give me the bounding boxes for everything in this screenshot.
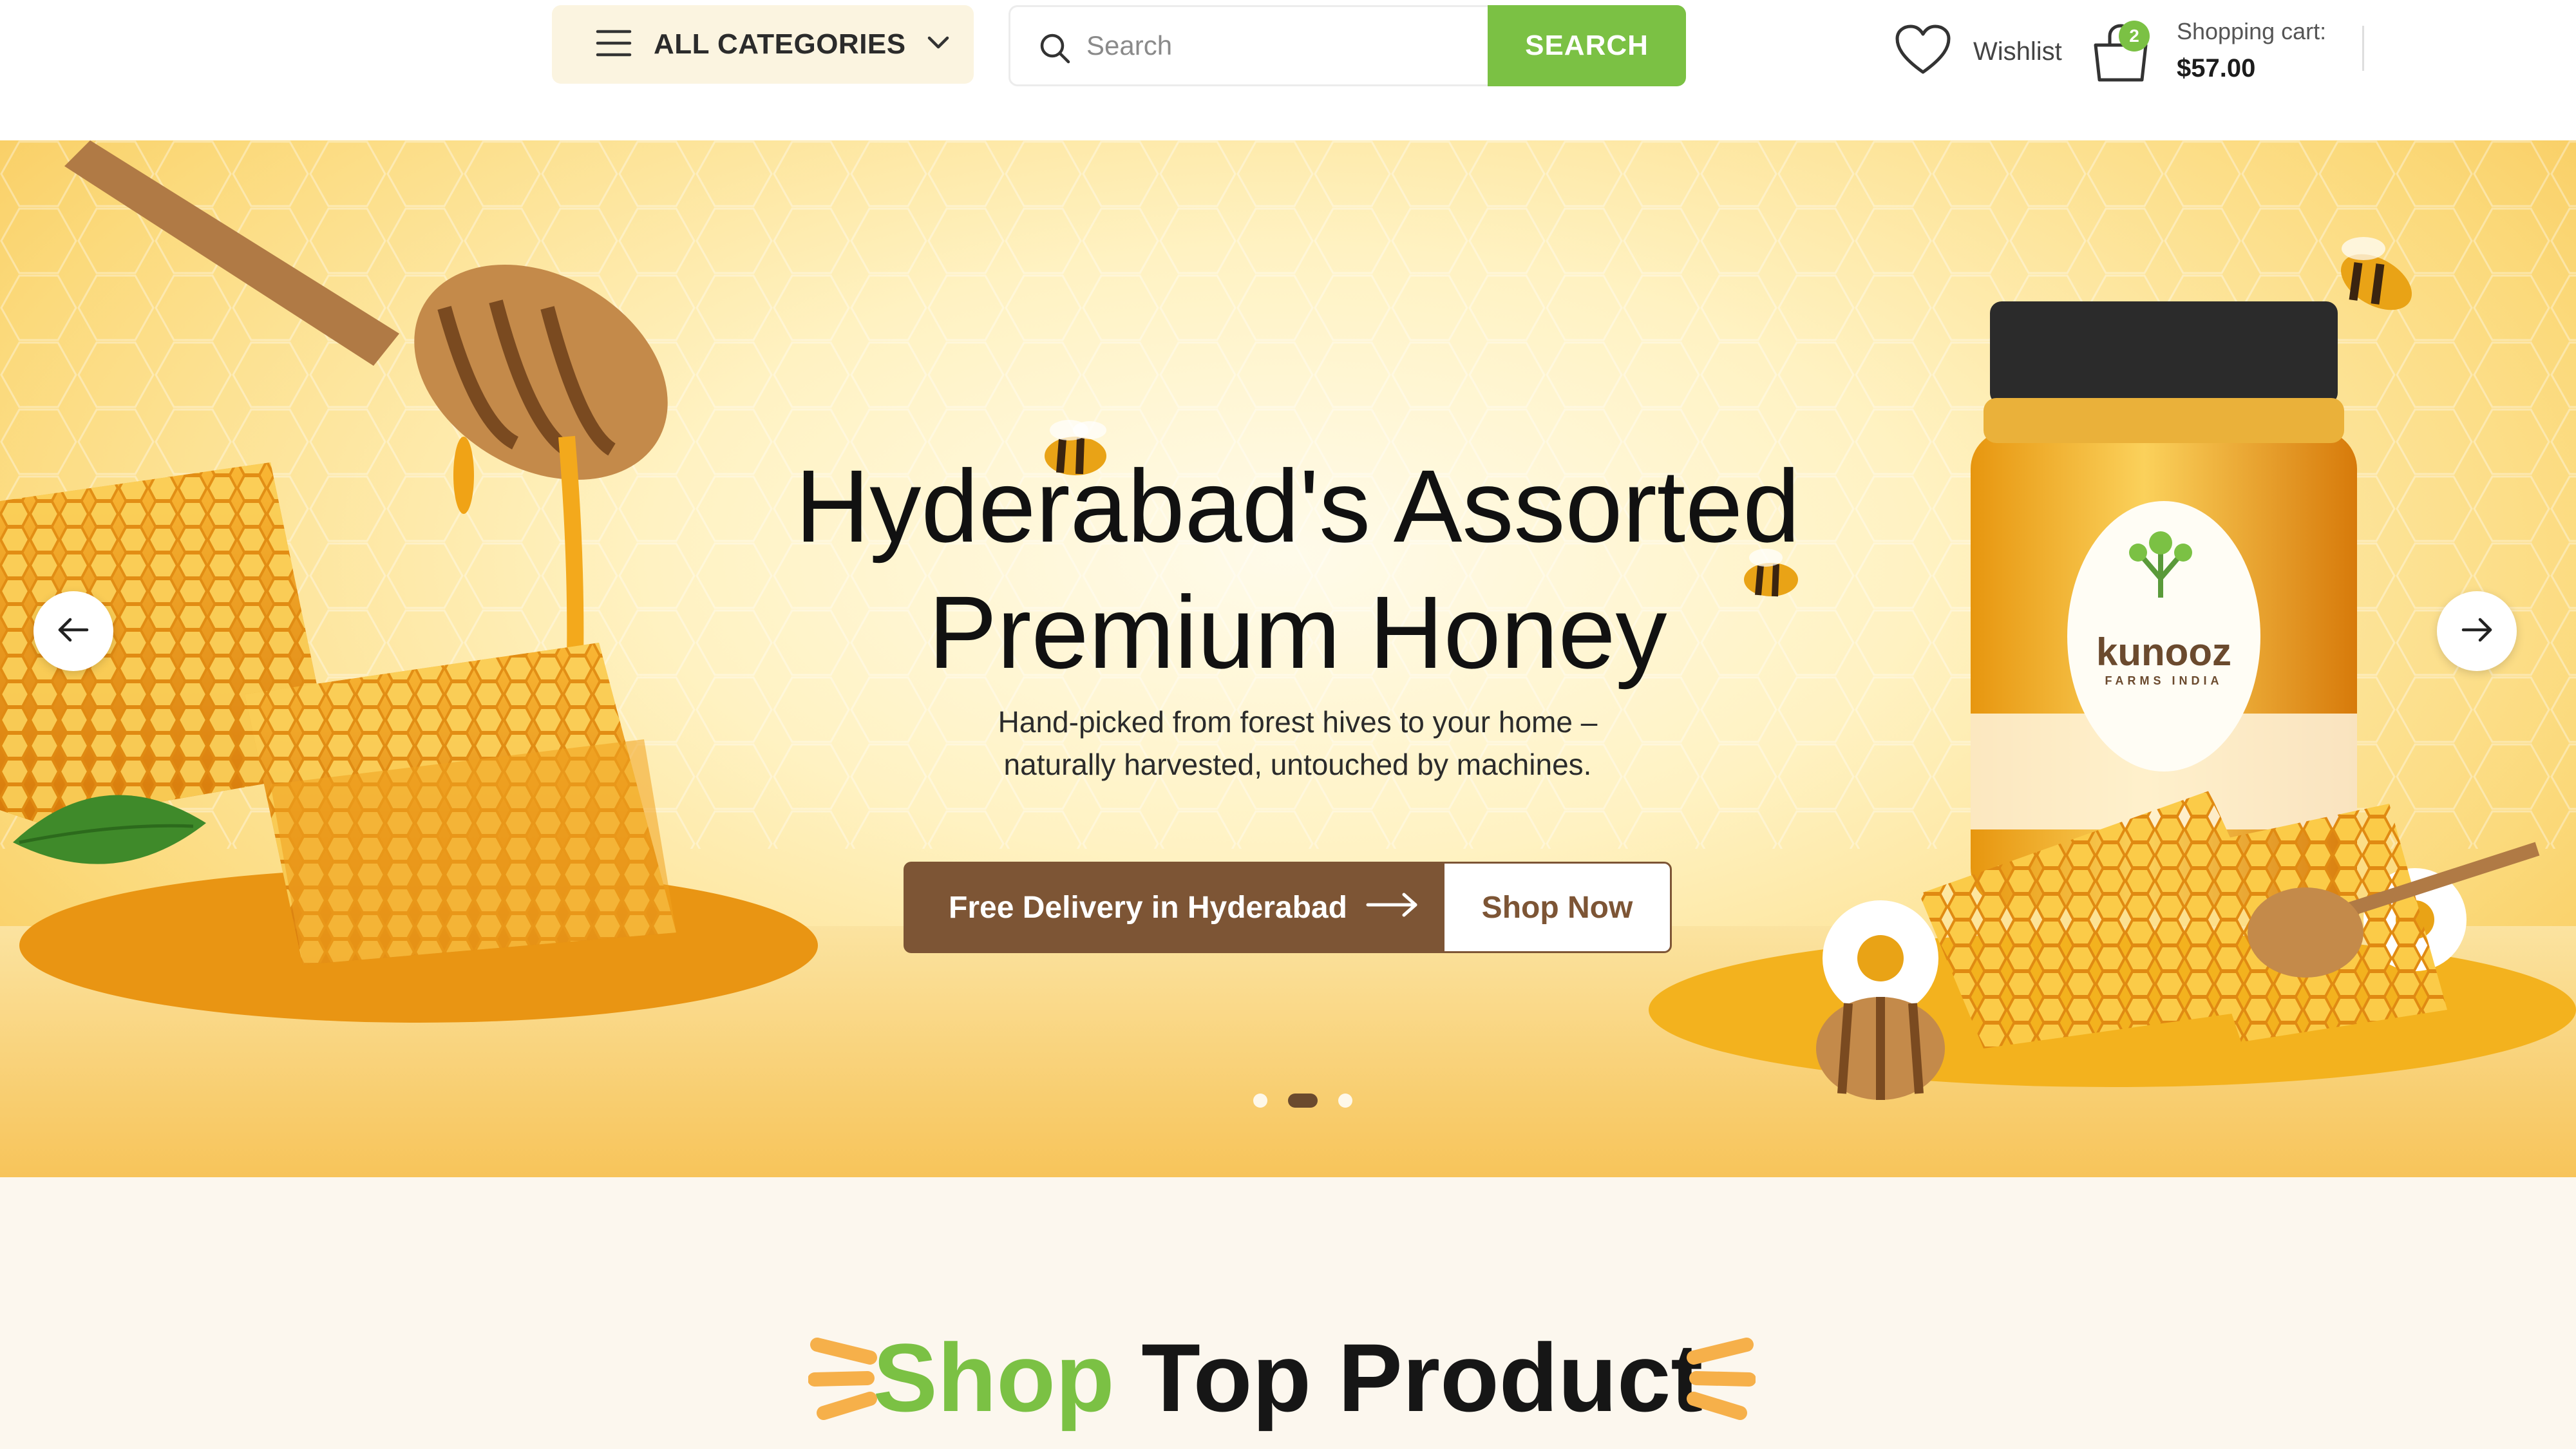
- cart-total: $57.00: [2177, 54, 2256, 82]
- slider-dot-3[interactable]: [1338, 1094, 1352, 1108]
- header-divider: [2362, 26, 2364, 71]
- hero-title-line1: Hyderabad's Assorted: [795, 448, 1801, 564]
- brand-logo-tagline: FARMS INDIA: [2105, 674, 2223, 687]
- menu-icon: [596, 28, 632, 62]
- shop-top-product-section: Shop Top Product: [0, 1177, 2576, 1449]
- shop-now-button[interactable]: Shop Now: [1443, 862, 1672, 953]
- hero-title-line2: Premium Honey: [928, 574, 1667, 690]
- hero-title: Hyderabad's Assorted Premium Honey: [708, 443, 1887, 696]
- brand-logo-name: kunooz: [2096, 630, 2231, 674]
- all-categories-button[interactable]: ALL CATEGORIES: [552, 5, 974, 84]
- section-title: Shop Top Product: [0, 1322, 2576, 1434]
- title-decoration-right: [1687, 1338, 1756, 1420]
- hero-subtitle: Hand-picked from forest hives to your ho…: [805, 701, 1790, 786]
- cart-label: Shopping cart:: [2177, 18, 2327, 44]
- heart-icon: [1895, 24, 1951, 79]
- wishlist-label: Wishlist: [1973, 37, 2062, 66]
- shopping-bag-icon: 2: [2092, 21, 2150, 85]
- hero-subtitle-line1: Hand-picked from forest hives to your ho…: [998, 705, 1598, 739]
- wishlist-link[interactable]: Wishlist: [1895, 19, 2062, 84]
- hero-slider: kunooz FARMS INDIA Hyderabad's Assorted …: [0, 140, 2576, 1177]
- slider-prev-button[interactable]: [33, 591, 113, 671]
- all-categories-label: ALL CATEGORIES: [654, 28, 906, 60]
- search-button[interactable]: SEARCH: [1488, 5, 1686, 86]
- slider-next-button[interactable]: [2437, 591, 2517, 671]
- slider-dot-2[interactable]: [1288, 1094, 1318, 1108]
- section-title-highlight: Shop: [873, 1323, 1115, 1432]
- free-delivery-button[interactable]: Free Delivery in Hyderabad: [904, 862, 1444, 953]
- search-input[interactable]: [1086, 20, 1473, 71]
- search-icon: [1039, 32, 1071, 68]
- slider-dots: [1243, 1094, 1363, 1108]
- cart-count-badge: 2: [2119, 21, 2150, 52]
- free-delivery-label: Free Delivery in Hyderabad: [949, 890, 1347, 925]
- arrow-right-icon: [1365, 890, 1419, 925]
- slider-dot-1[interactable]: [1253, 1094, 1267, 1108]
- section-title-rest: Top Product: [1141, 1323, 1703, 1432]
- hero-subtitle-line2: naturally harvested, untouched by machin…: [1003, 748, 1592, 781]
- arrow-right-icon: [2461, 617, 2493, 646]
- chevron-down-icon: [927, 35, 950, 54]
- site-header: ALL CATEGORIES SEARCH Wishlist 2 Shoppin…: [0, 0, 2576, 140]
- arrow-left-icon: [57, 617, 90, 646]
- shopping-cart[interactable]: 2 Shopping cart: $57.00: [2092, 15, 2326, 93]
